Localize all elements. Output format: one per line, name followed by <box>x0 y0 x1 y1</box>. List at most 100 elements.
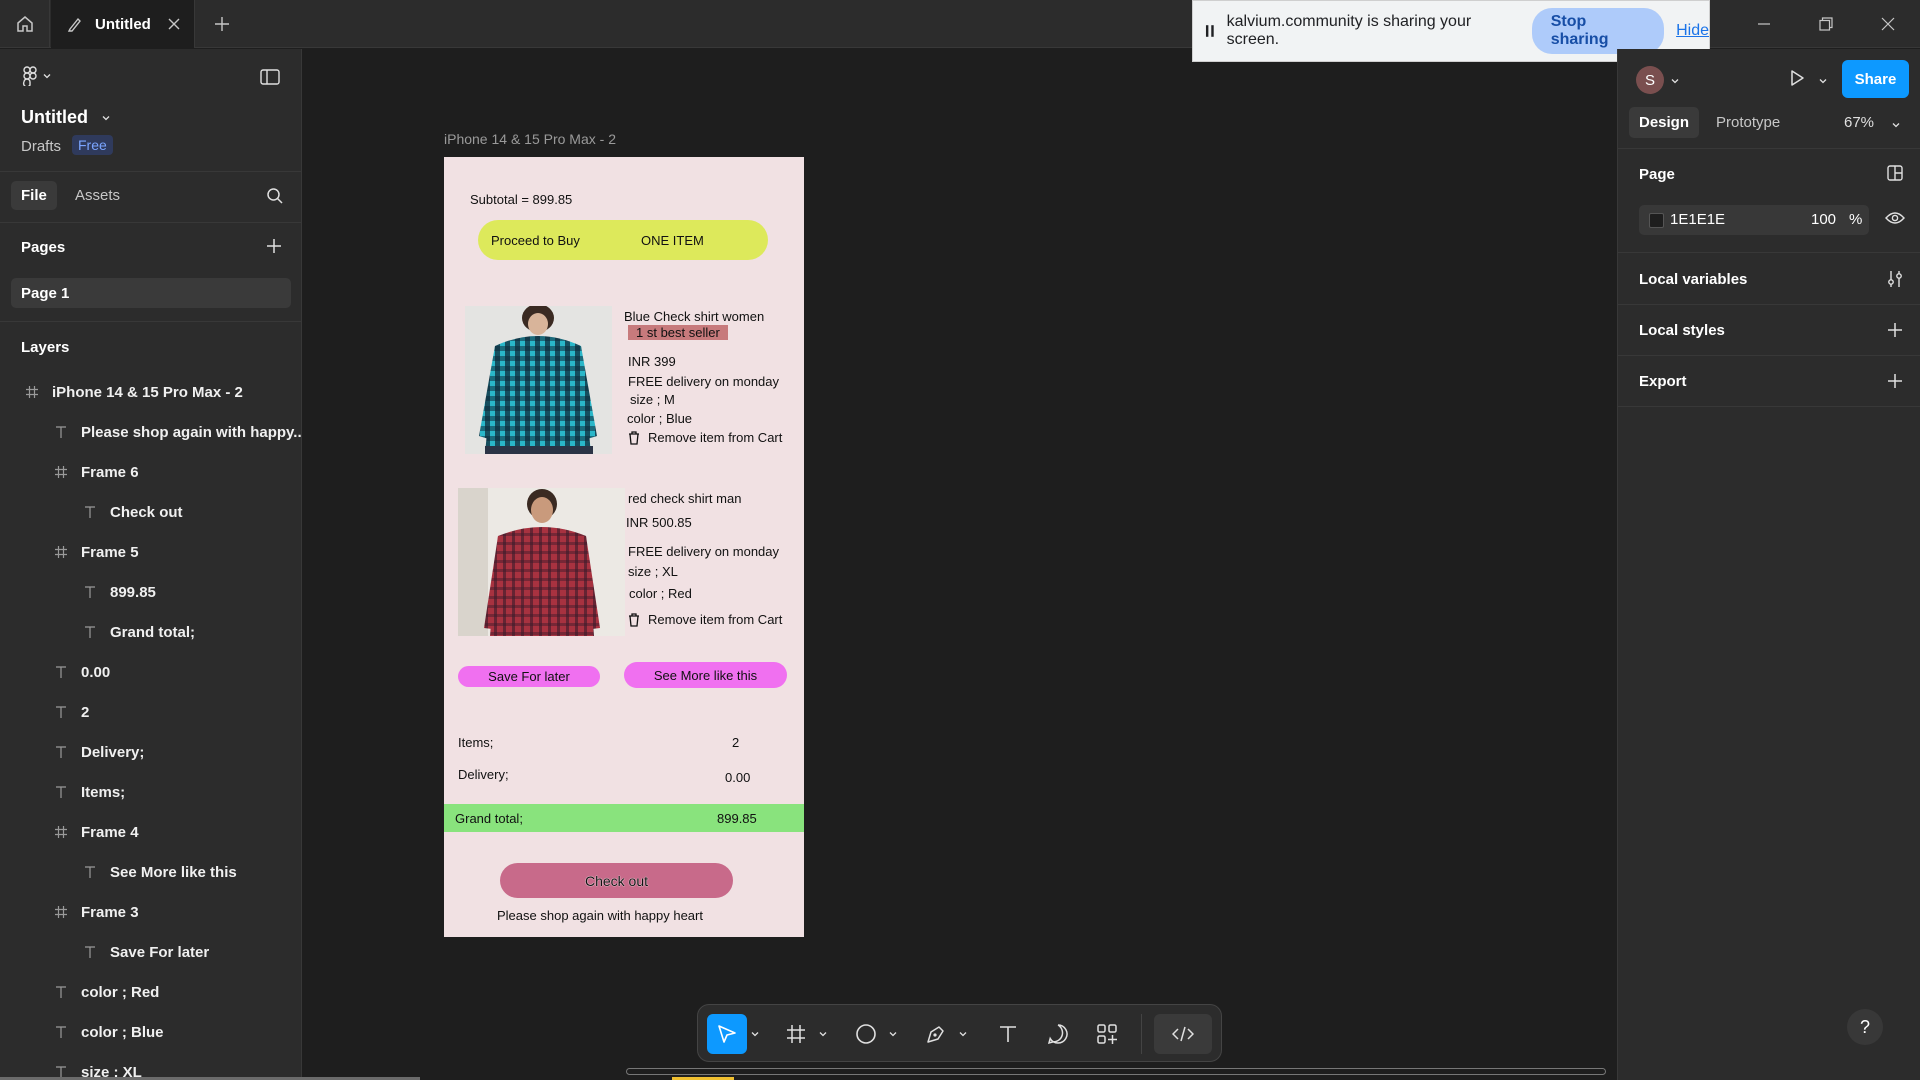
layer-row[interactable]: size ; XL <box>51 1052 142 1080</box>
layer-row[interactable]: 0.00 <box>51 652 110 692</box>
present-button[interactable] <box>1787 68 1807 91</box>
multiplayer-menu[interactable] <box>1670 73 1680 89</box>
page-styles-button[interactable] <box>1886 164 1904 185</box>
tab-assets[interactable]: Assets <box>75 187 120 204</box>
search-layers-button[interactable] <box>266 187 284 208</box>
page-opacity-value[interactable]: 100 <box>1811 211 1836 228</box>
chevron-down-icon <box>751 1032 759 1037</box>
remove-item-1-button[interactable]: Remove item from Cart <box>628 430 782 445</box>
new-tab-button[interactable] <box>210 12 234 36</box>
close-icon <box>168 18 180 30</box>
page-color-hex[interactable]: 1E1E1E <box>1670 211 1725 228</box>
layer-row[interactable]: Save For later <box>80 932 209 972</box>
tab-close-button[interactable] <box>164 14 184 34</box>
shape-tool-menu[interactable] <box>885 1014 901 1054</box>
stop-sharing-button[interactable]: Stop sharing <box>1531 8 1665 54</box>
text-layer-icon <box>51 985 71 999</box>
minimize-button[interactable] <box>1744 12 1784 36</box>
add-page-button[interactable] <box>267 239 281 256</box>
items-value: 2 <box>732 735 740 750</box>
text-tool-button[interactable] <box>991 1014 1025 1054</box>
layer-label: 2 <box>81 703 90 721</box>
layer-row[interactable]: Delivery; <box>51 732 144 772</box>
tab-design[interactable]: Design <box>1629 107 1700 138</box>
text-layer-icon <box>80 865 100 879</box>
proceed-to-buy-pill[interactable]: Proceed to Buy ONE ITEM <box>478 220 768 260</box>
product-2-delivery: FREE delivery on monday <box>628 544 780 559</box>
divider <box>0 222 301 223</box>
layer-row[interactable]: Items; <box>51 772 125 812</box>
layer-row[interactable]: Please shop again with happy... <box>51 412 301 452</box>
frame-label[interactable]: iPhone 14 & 15 Pro Max - 2 <box>444 131 616 147</box>
zoom-level[interactable]: 67% <box>1844 114 1874 131</box>
toggle-visibility-button[interactable] <box>1885 211 1905 228</box>
trash-icon <box>629 430 639 445</box>
hide-banner-link[interactable]: Hide <box>1676 22 1709 40</box>
delivery-label: Delivery; <box>458 767 509 782</box>
pen-tool-button[interactable] <box>919 1014 953 1054</box>
see-more-label: See More like this <box>653 667 758 683</box>
frame-layer-icon <box>51 465 71 479</box>
dev-mode-toggle[interactable] <box>1154 1014 1212 1054</box>
layer-row[interactable]: 2 <box>51 692 89 732</box>
plan-badge: Free <box>72 135 113 155</box>
color-swatch[interactable] <box>1649 213 1664 228</box>
layer-row[interactable]: Frame 6 <box>51 452 139 492</box>
tab-file[interactable]: File <box>11 181 57 210</box>
tab-untitled[interactable]: Untitled <box>51 0 195 48</box>
pen-tool-menu[interactable] <box>955 1014 971 1054</box>
toggle-sidebar-button[interactable] <box>260 69 280 88</box>
layer-row[interactable]: 899.85 <box>80 572 156 612</box>
layer-row[interactable]: color ; Red <box>51 972 159 1012</box>
actions-tool-button[interactable] <box>1090 1014 1124 1054</box>
zoom-menu[interactable] <box>1891 117 1901 133</box>
save-for-later-button[interactable]: Save For later <box>458 666 600 687</box>
file-name[interactable]: Untitled <box>21 107 111 128</box>
layer-row[interactable]: Frame 5 <box>51 532 139 572</box>
layer-row[interactable]: color ; Blue <box>51 1012 164 1052</box>
figma-file-icon <box>67 17 81 32</box>
plus-icon <box>1888 374 1902 388</box>
restore-icon <box>1819 17 1833 31</box>
frame-tool-button[interactable] <box>779 1014 813 1054</box>
grand-total-bar: Grand total; 899.85 <box>444 804 804 832</box>
local-variables-button[interactable] <box>1886 270 1904 291</box>
local-variables-title[interactable]: Local variables <box>1639 271 1747 288</box>
plus-icon <box>215 17 229 31</box>
divider <box>0 321 301 322</box>
layer-row[interactable]: iPhone 14 & 15 Pro Max - 2 <box>22 372 243 412</box>
layer-row[interactable]: Frame 4 <box>51 812 139 852</box>
present-menu[interactable] <box>1818 73 1828 89</box>
layer-row[interactable]: Check out <box>80 492 183 532</box>
layer-row[interactable]: Frame 3 <box>51 892 139 932</box>
frame-tool-menu[interactable] <box>815 1014 831 1054</box>
layer-label: Check out <box>110 503 183 521</box>
tab-prototype[interactable]: Prototype <box>1716 114 1780 131</box>
see-more-like-this-button[interactable]: See More like this <box>624 662 787 688</box>
avatar[interactable]: S <box>1636 66 1664 94</box>
layer-row[interactable]: See More like this <box>80 852 237 892</box>
layer-row[interactable]: Grand total; <box>80 612 195 652</box>
move-tool-menu[interactable] <box>747 1014 763 1054</box>
iphone-frame[interactable]: Subtotal = 899.85 Proceed to Buy ONE ITE… <box>444 157 804 937</box>
add-export-button[interactable] <box>1888 374 1902 391</box>
export-title: Export <box>1639 373 1687 390</box>
remove-item-2-button[interactable]: Remove item from Cart <box>628 612 782 627</box>
divider <box>1618 304 1920 305</box>
shape-tool-button[interactable] <box>849 1014 883 1054</box>
main-menu-button[interactable] <box>22 66 52 86</box>
restore-button[interactable] <box>1806 12 1846 36</box>
close-window-button[interactable] <box>1868 12 1908 36</box>
share-button[interactable]: Share <box>1842 60 1909 98</box>
add-style-button[interactable] <box>1888 323 1902 340</box>
page-color-field[interactable]: 1E1E1E 100 % <box>1639 205 1869 235</box>
right-panel: S Share Design Prototype 67% Page 1E1E1E… <box>1617 49 1920 1080</box>
checkout-button[interactable]: Check out <box>500 863 733 898</box>
canvas-horizontal-scrollbar[interactable] <box>626 1068 1606 1075</box>
page-item-page-1[interactable]: Page 1 <box>11 278 291 308</box>
comment-tool-button[interactable] <box>1041 1014 1075 1054</box>
move-tool-button[interactable] <box>707 1014 747 1054</box>
home-button[interactable] <box>0 0 50 48</box>
help-button[interactable]: ? <box>1847 1009 1883 1045</box>
file-location[interactable]: Drafts <box>21 138 61 155</box>
